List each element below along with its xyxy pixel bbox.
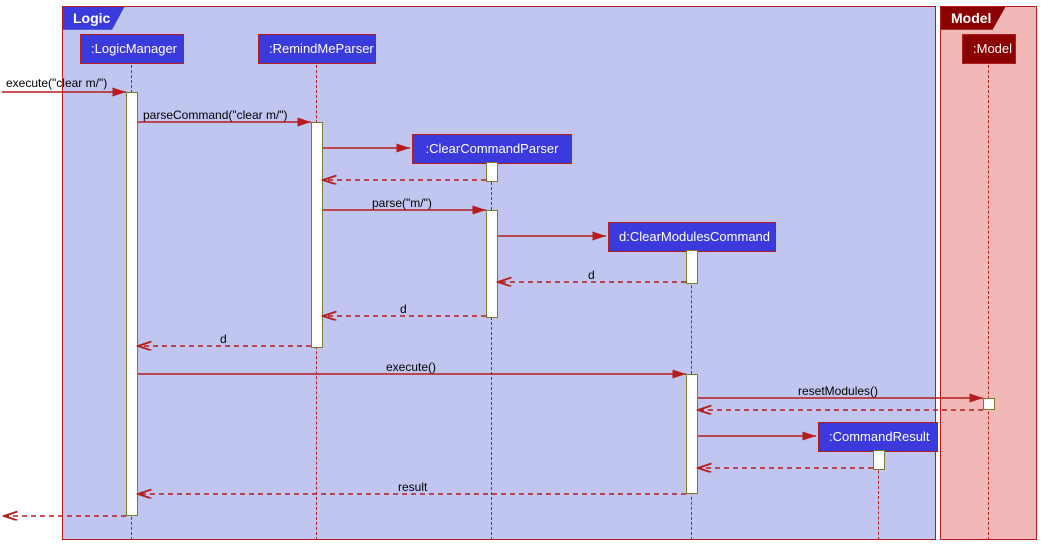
frame-model-label: Model	[941, 7, 1005, 30]
msg-parsecommand: parseCommand("clear m/")	[143, 108, 288, 122]
activation-commandresult	[873, 450, 885, 470]
msg-return-d2: d	[400, 302, 407, 316]
participant-remindmeparser: :RemindMeParser	[258, 34, 376, 64]
msg-execute-cmd: execute()	[386, 360, 436, 374]
frame-logic-label: Logic	[63, 7, 124, 30]
msg-resetmodules: resetModules()	[798, 384, 878, 398]
lifeline-model	[988, 60, 989, 540]
activation-logicmanager	[126, 92, 138, 516]
activation-clearmodulescommand-1	[686, 250, 698, 284]
msg-result: result	[398, 480, 427, 494]
activation-clearcommandparser-1	[486, 162, 498, 182]
participant-model: :Model	[962, 34, 1016, 64]
msg-return-d1: d	[588, 268, 595, 282]
sequence-diagram: Logic Model :LogicManager :RemindMeParse…	[0, 0, 1043, 544]
activation-model	[983, 398, 995, 410]
activation-clearcommandparser-2	[486, 210, 498, 318]
msg-return-d3: d	[220, 332, 227, 346]
msg-parse: parse("m/")	[372, 196, 432, 210]
participant-logicmanager: :LogicManager	[80, 34, 184, 64]
msg-execute-in: execute("clear m/")	[6, 76, 107, 90]
activation-clearmodulescommand-2	[686, 374, 698, 494]
participant-clearmodulescommand: d:ClearModulesCommand	[608, 222, 776, 252]
frame-logic: Logic	[62, 6, 936, 540]
activation-remindmeparser	[311, 122, 323, 348]
participant-commandresult: :CommandResult	[818, 422, 938, 452]
participant-clearcommandparser: :ClearCommandParser	[412, 134, 572, 164]
